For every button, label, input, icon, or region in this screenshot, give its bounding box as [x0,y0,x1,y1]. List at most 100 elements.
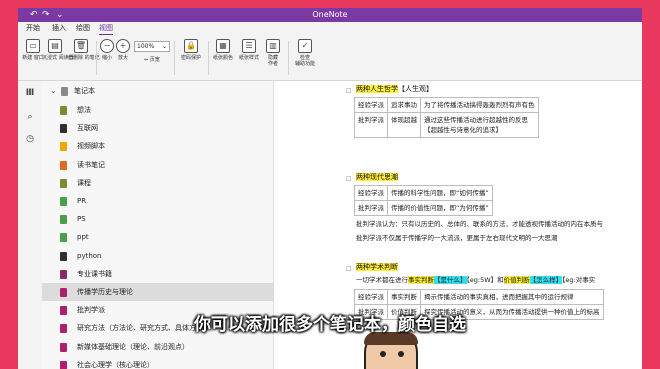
avatar-eye [398,351,404,357]
paper-style-button[interactable]: ☰ 纸张样式 [236,39,262,61]
table-cell: 体现超越 [387,112,421,138]
menu-bar: 开始 插入 绘图 视图 [18,22,642,35]
table-row: 经验学派 传播的科学性问题，即“如何传播” [354,185,493,201]
accessibility-check-icon: ✓ [298,39,312,53]
table-cell: 批判学派 [354,112,388,138]
bullet: □ [346,87,352,94]
notebook-item[interactable]: python [42,247,274,265]
ribbon-separator [208,41,209,75]
notebook-color-swatch [60,233,67,243]
zoom-level-select[interactable]: 100% ⌄ [134,41,170,52]
collapse-chevron-icon[interactable]: ⌄ [50,85,57,97]
notebook-color-swatch [60,342,67,352]
notebook-color-swatch [60,197,67,206]
deleted-notes-icon: 🗑 [74,39,88,53]
notebook-color-swatch [60,142,67,152]
accessibility-check-button[interactable]: ✓ 检查 辅助功能 [290,39,320,67]
new-window-button[interactable]: ▭ 新建 窗口 [22,39,44,61]
notebook-color-swatch [60,178,67,188]
notebook-item[interactable]: ppt [42,228,274,246]
hide-authors-button[interactable]: ▥ 隐藏 作者 [262,39,284,67]
notebook-color-swatch [60,106,67,115]
search-icon[interactable]: ⌕ [24,111,36,123]
body-text: 一切学术都在进行事实判断【是什么】【eg:5W】和价值判断【怎么样】【eg:对事… [356,276,596,284]
notebook-item[interactable]: 社会心理学（核心理论） [42,356,274,369]
tab-view[interactable]: 视图 [99,23,113,35]
table-row: 批判学派 体现超越 通过这些传播活动进行超越性的反思 【超越性与诗意化的追求】 [354,112,539,138]
notebook-item[interactable]: 传播学历史与理论 [42,283,274,301]
notebook-color-swatch [60,269,67,279]
ribbon-separator [174,41,175,75]
table-row: 经验学派 事实判断 揭示传播活动的事实真相，进而把握其中的运行规律 [354,289,604,305]
notebook-color-swatch [60,124,67,134]
immersive-reader-icon: ▤ [48,39,62,53]
notebook-color-swatch [60,215,67,225]
notebook-item[interactable]: 专业课书籍 [42,265,274,283]
notebook-label: PR [77,197,87,205]
notebook-label: 新媒体基础理论（理论、前沿观点） [77,342,189,351]
notebook-color-swatch [60,251,67,261]
table-cell: 揭示传播活动的事实真相，进而把握其中的运行规律 [420,289,604,305]
notebook-item[interactable]: 读书笔记 [42,156,274,174]
deleted-notes-button[interactable]: 🗑 已删除 的笔记 [68,39,100,61]
table-cell: 为了将传播活动搞得轰轰烈烈有声有色 [420,97,539,113]
notebook-item[interactable]: 想法 [42,101,274,119]
title-bar: ↶ ↷ ⌄ OneNote [18,8,642,22]
chevron-down-icon: ⌄ [161,43,167,50]
page-width-button[interactable]: ⇔ 页宽 [144,57,160,64]
notebook-color-swatch [60,288,67,297]
notebook-label: 互联网 [77,124,98,133]
paper-color-button[interactable]: ▦ 纸张颜色 [210,39,236,61]
notebook-panel-title: 笔记本 [74,87,95,95]
cartoon-avatar [364,332,418,369]
tab-home[interactable]: 开始 [26,23,40,34]
table-cell: 传播的价值性问题，即“为何传播” [387,200,493,216]
notebook-label: PS [77,215,86,224]
table-cell: 事实判断 [387,289,421,305]
paper-style-icon: ☰ [242,39,256,53]
table-cell: 经验学派 [354,185,388,201]
notebook-color-swatch [61,87,68,96]
bullet: □ [346,175,352,182]
table-cell: 追求事功 [387,97,421,113]
notebook-label: 课程 [77,178,91,187]
comparison-table[interactable]: 经验学派 追求事功 为了将传播活动搞得轰轰烈烈有声有色 批判学派 体现超越 通过… [354,97,539,138]
table-cell: 经验学派 [354,97,388,113]
ribbon: ▭ 新建 窗口 ▤ 沉浸式 阅读器 🗑 已删除 的笔记 − 缩小 + 放大 10… [18,35,642,81]
section-title[interactable]: 两种学术判断 [356,262,398,273]
notebook-label: 视频脚本 [77,142,105,151]
new-page-icon: ▭ [26,39,40,53]
paper-color-icon: ▦ [216,39,230,53]
zoom-out-icon: − [100,39,114,53]
notebook-item[interactable]: PR [42,192,274,210]
ribbon-separator [288,41,289,75]
table-cell: 传播的科学性问题，即“如何传播” [387,185,493,201]
password-protection-button[interactable]: 🔒 密码保护 [176,39,206,61]
section-title[interactable]: 两种人生哲学【人生观】 [356,84,433,95]
notebook-color-swatch [60,360,67,369]
notebook-item[interactable]: 课程 [42,174,274,192]
hide-authors-icon: ▥ [266,39,280,53]
bullet: □ [346,265,352,272]
comparison-table[interactable]: 经验学派 传播的科学性问题，即“如何传播” 批判学派 传播的价值性问题，即“为何… [354,185,493,216]
recent-clock-icon[interactable]: ◷ [24,133,36,145]
zoom-in-icon: + [116,39,130,53]
notebook-label: ppt [77,233,89,242]
page-width-icon: ⇔ [144,57,149,63]
notebook-item[interactable]: 新媒体基础理论（理论、前沿观点） [42,338,274,356]
notebooks-icon[interactable]: Ⅲ [24,87,36,99]
tab-insert[interactable]: 插入 [52,23,66,34]
notebook-label: 读书笔记 [77,160,105,169]
table-row: 批判学派 传播的价值性问题，即“为何传播” [354,200,493,216]
zoom-in-button[interactable]: + 放大 [114,39,132,61]
section-title[interactable]: 两种现代思潮 [356,172,398,183]
notebook-item[interactable]: PS [42,210,274,228]
tab-draw[interactable]: 绘图 [76,23,90,34]
app-title: OneNote [312,10,348,19]
notebook-item[interactable]: 互联网 [42,119,274,137]
notebook-panel-header[interactable]: ⌄ 笔记本 [42,83,274,99]
immersive-reader-button[interactable]: ▤ 沉浸式 阅读器 [42,39,74,61]
notebook-label: 传播学历史与理论 [77,288,133,296]
notebook-item[interactable]: 视频脚本 [42,137,274,155]
table-row: 经验学派 追求事功 为了将传播活动搞得轰轰烈烈有声有色 [354,97,539,113]
